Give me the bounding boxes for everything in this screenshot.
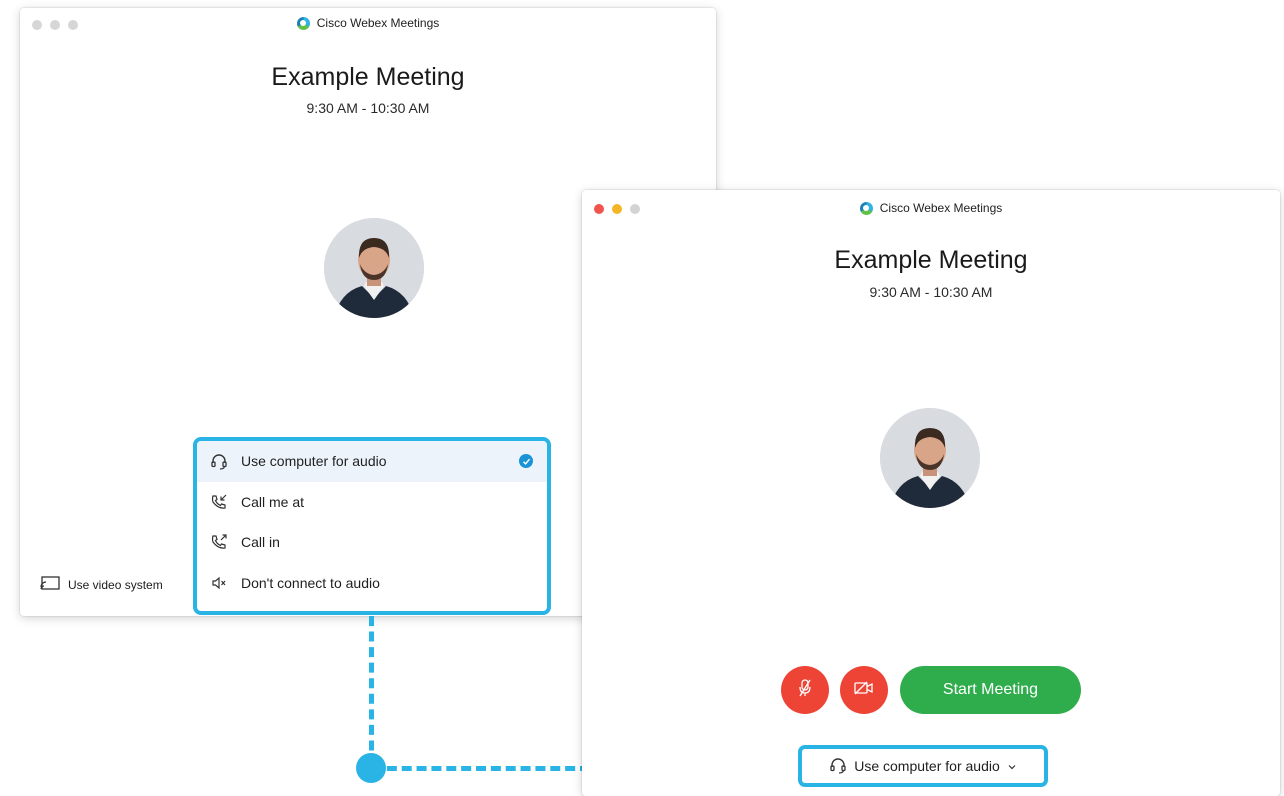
cast-screen-icon [40, 576, 60, 593]
chevron-down-icon [1007, 758, 1017, 774]
connector-line-vertical [369, 616, 374, 766]
menu-item-label: Call me at [241, 493, 305, 510]
menu-item-call-me-at[interactable]: Call me at [197, 482, 547, 523]
app-title: Cisco Webex Meetings [879, 201, 1003, 215]
outgoing-call-icon [209, 532, 229, 552]
meeting-title: Example Meeting [834, 246, 1028, 274]
audio-connection-selector[interactable]: Use computer for audio [798, 745, 1048, 787]
menu-item-dont-connect-audio[interactable]: Don't connect to audio [197, 563, 547, 604]
headset-icon [829, 756, 847, 777]
incoming-call-icon [209, 492, 229, 512]
mute-button[interactable] [781, 666, 829, 714]
check-icon [519, 454, 533, 469]
headset-icon [209, 451, 229, 471]
use-video-system-label: Use video system [68, 577, 163, 592]
title-bar: Cisco Webex Meetings [582, 201, 1280, 215]
menu-item-use-computer-audio[interactable]: Use computer for audio [197, 441, 547, 482]
audio-selector-label: Use computer for audio [854, 758, 1000, 774]
app-title: Cisco Webex Meetings [316, 16, 440, 30]
stop-video-button[interactable] [840, 666, 888, 714]
avatar [324, 218, 424, 318]
webex-logo-icon [296, 16, 310, 30]
use-video-system-button[interactable]: Use video system [40, 576, 163, 593]
menu-item-call-in[interactable]: Call in [197, 522, 547, 563]
meeting-title: Example Meeting [271, 63, 465, 91]
start-meeting-button[interactable]: Start Meeting [900, 666, 1081, 714]
speaker-muted-icon [209, 573, 229, 593]
title-bar: Cisco Webex Meetings [20, 16, 716, 30]
front-meeting-window: Cisco Webex Meetings Example Meeting 9:3… [582, 190, 1280, 796]
audio-options-menu[interactable]: Use computer for audio Call me at Call i… [193, 437, 551, 615]
webex-logo-icon [859, 201, 873, 215]
meeting-time: 9:30 AM - 10:30 AM [306, 100, 430, 116]
menu-item-label: Use computer for audio [241, 453, 387, 470]
menu-item-label: Call in [241, 534, 280, 551]
avatar [880, 408, 980, 508]
menu-item-label: Don't connect to audio [241, 574, 380, 591]
meeting-time: 9:30 AM - 10:30 AM [869, 284, 993, 300]
microphone-muted-icon [797, 678, 813, 703]
connector-dot [356, 753, 386, 783]
video-off-icon [853, 680, 875, 701]
